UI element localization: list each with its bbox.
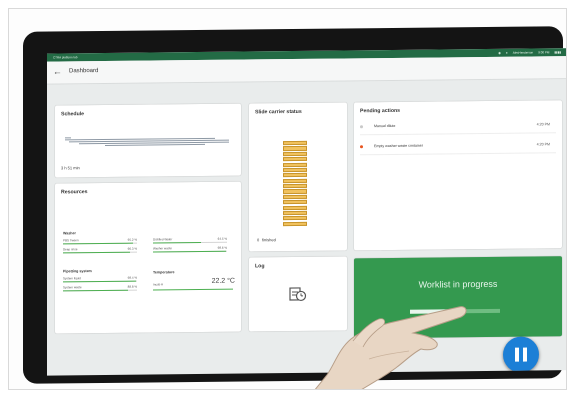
photo-frame: CTRA platform lab ◉ ● AlexHenderson 9:00… xyxy=(8,8,567,390)
pending-action-time: 4:20 PM xyxy=(536,122,550,127)
wifi-icon: ◉ xyxy=(498,50,501,55)
schedule-bar xyxy=(105,143,205,147)
washer-item-value: 90.3 % xyxy=(127,246,137,251)
log-title: Log xyxy=(255,263,265,270)
back-arrow-icon[interactable]: ← xyxy=(53,66,62,76)
washer-item-label: PBS Tween xyxy=(63,238,79,243)
washer-item-label: Distilled Water xyxy=(153,237,173,242)
slide-carrier-title: Slide carrier status xyxy=(255,108,302,116)
tablet-screen: CTRA platform lab ◉ ● AlexHenderson 9:00… xyxy=(47,48,566,376)
pending-action-item[interactable]: Manual dilute 4:20 PM xyxy=(360,120,556,136)
slide-slot xyxy=(283,140,307,146)
washer-level-bar xyxy=(63,242,134,245)
pending-actions-card[interactable]: Pending actions Manual dilute 4:20 PM Em… xyxy=(354,100,562,251)
battery-icon: ▮▮▮▮ xyxy=(554,50,561,55)
log-clock-icon xyxy=(289,287,307,302)
slide-slot xyxy=(283,205,307,210)
resources-card[interactable]: Resources Washer PBS Tween 95.2 % Deep r… xyxy=(55,181,241,334)
slide-slot xyxy=(283,221,307,226)
slide-slot xyxy=(283,146,307,151)
status-dot xyxy=(360,125,363,129)
temperature-title: Temperature xyxy=(153,270,175,275)
schedule-time-left: 3 h 51 min xyxy=(61,165,80,171)
washer-item-value: 64.5 % xyxy=(217,236,227,241)
resources-title: Resources xyxy=(61,189,88,196)
pipetting-item-value: 88.8 % xyxy=(127,284,137,289)
pending-action-item[interactable]: Empty washer waste container 4:20 PM xyxy=(360,140,556,156)
pending-action-text: Manual dilute xyxy=(374,123,396,129)
app-bar: ← Dashboard xyxy=(47,56,566,85)
status-user: AlexHenderson xyxy=(512,50,534,55)
slide-slot xyxy=(283,173,307,178)
slide-slot xyxy=(283,189,307,194)
pause-button[interactable] xyxy=(503,336,539,373)
slide-slot xyxy=(283,151,307,157)
slide-carrier-card[interactable]: Slide carrier status 0 finished xyxy=(249,102,347,252)
status-dot xyxy=(360,145,363,149)
slide-slot xyxy=(283,167,307,173)
washer-item-label: Washer waste xyxy=(153,246,172,251)
touching-hand xyxy=(314,306,467,389)
washer-item-label: Deep rinse xyxy=(63,247,78,252)
washer-item-value: 95.2 % xyxy=(127,237,137,242)
slide-carrier-slots xyxy=(283,140,309,227)
pipetting-level-bar xyxy=(63,280,136,283)
status-app-name: CTRA platform lab xyxy=(53,55,78,60)
pipetting-item-label: System waste xyxy=(63,285,82,290)
pending-actions-title: Pending actions xyxy=(360,107,401,115)
temperature-item-label: Incub A xyxy=(153,282,164,287)
washer-level-bar xyxy=(153,250,226,253)
finished-label: finished xyxy=(262,237,276,243)
slide-slot xyxy=(283,178,307,183)
pipetting-item-value: 98.4 % xyxy=(127,275,137,280)
user-icon: ● xyxy=(505,50,508,55)
finished-count: 0 xyxy=(257,237,260,243)
slide-slot xyxy=(283,194,307,200)
pipetting-title: Pipetting system xyxy=(63,269,92,274)
pause-icon xyxy=(523,347,527,362)
schedule-card[interactable]: Schedule 3 h 51 min xyxy=(55,103,241,178)
schedule-title: Schedule xyxy=(61,111,85,118)
pause-icon xyxy=(515,347,519,362)
temperature-bar xyxy=(153,288,233,291)
status-time: 9:00 PM xyxy=(538,50,550,55)
temperature-value: 22.2 °C xyxy=(211,277,235,285)
slide-slot xyxy=(283,210,307,216)
washer-level-bar xyxy=(63,251,130,254)
washer-title: Washer xyxy=(63,231,76,236)
slide-slot xyxy=(283,199,307,205)
pending-action-text: Empty washer waste container xyxy=(374,143,423,149)
tablet-device: CTRA platform lab ◉ ● AlexHenderson 9:00… xyxy=(23,26,566,384)
pipetting-level-bar xyxy=(63,289,129,292)
washer-level-bar xyxy=(153,241,202,244)
slide-slot xyxy=(283,156,307,162)
slide-slot xyxy=(283,183,307,189)
page-title: Dashboard xyxy=(69,68,99,75)
slide-slot xyxy=(283,216,307,221)
pipetting-item-label: System liquid xyxy=(63,276,81,281)
washer-item-value: 98.6 % xyxy=(217,245,227,250)
slide-slot xyxy=(283,162,307,167)
pending-action-time: 4:20 PM xyxy=(536,142,550,147)
worklist-title: Worklist in progress xyxy=(418,278,498,290)
